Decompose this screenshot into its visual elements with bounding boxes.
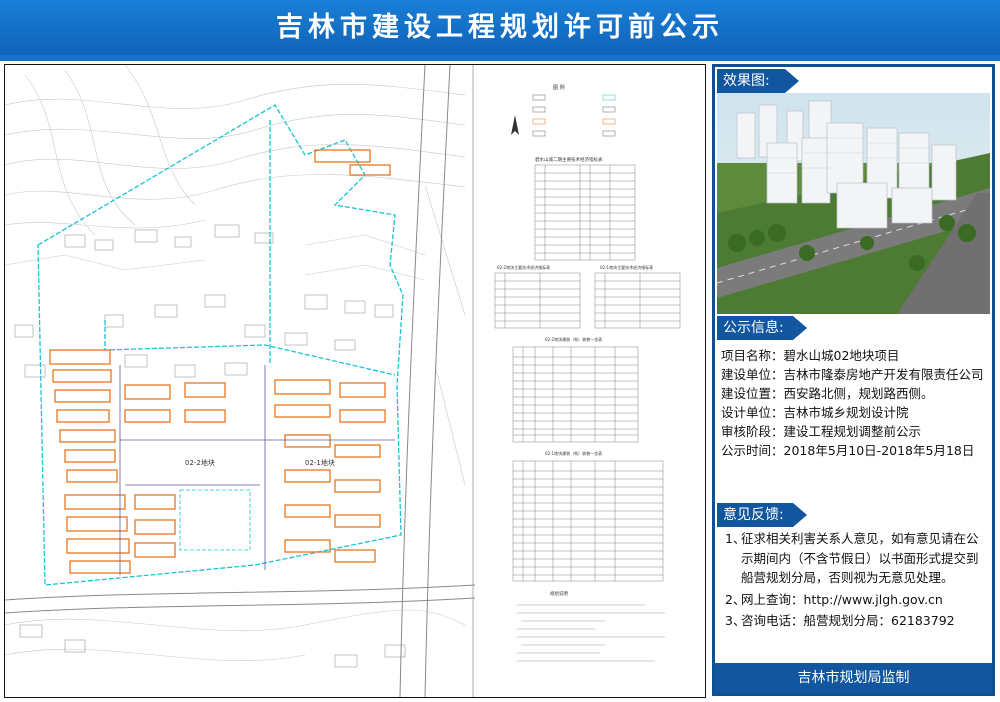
project-info: 项目名称： 碧水山城02地块项目 建设单位： 吉林市隆泰房地产开发有限责任公司 建设…: [721, 346, 987, 460]
footer-issuer: 吉林市规划局监制: [715, 663, 992, 693]
info-row-location: 建设位置： 西安路北侧，规划路西侧。: [721, 386, 934, 401]
table5-title: 02-1地块建筑（构）筑物一览表: [545, 450, 602, 456]
feedback-item-website[interactable]: 2、 网上查询：http://www.jlgh.gov.cn: [725, 590, 985, 610]
info-section-label: 公示信息:: [717, 316, 807, 340]
table1-title: 碧水山城二期主要技术经济指标表: [535, 156, 603, 163]
page-title: 吉林市建设工程规划许可前公示: [276, 12, 724, 43]
site-plan-panel: 02-2地块 02-1地块 图 例 碧水山城二期主要技术经济指标表 02-2地块…: [4, 64, 706, 698]
info-row-publicity-period: 公示时间： 2018年5月10日-2018年5月18日: [721, 443, 975, 458]
info-row-developer: 建设单位： 吉林市隆泰房地产开发有限责任公司: [721, 367, 984, 382]
legend-title: 图 例: [553, 84, 565, 91]
table2-title: 02-2地块主要技术经济指标表: [497, 264, 550, 270]
info-sidebar: 效果图: 公示信息: 项目名称： 碧水山城02地块项目 建设单位： 吉林市隆泰房…: [712, 64, 995, 696]
site-plan-drawing: 02-2地块 02-1地块 图 例 碧水山城二期主要技术经济指标表 02-2地块…: [5, 65, 705, 697]
effect-section-label: 效果图:: [717, 69, 799, 93]
header-stripe: [0, 55, 1000, 61]
feedback-list: 1、 征求相关利害关系人意见，如有意见请在公示期间内（不含节假日）以书面形式提交到…: [725, 529, 985, 633]
table3-title: 02-1地块主要技术经济指标表: [600, 264, 653, 270]
feedback-section-label: 意见反馈:: [717, 503, 807, 527]
feedback-item-phone: 3、 咨询电话：船营规划分局：62183792: [725, 613, 955, 628]
block-label-02-2: 02-2地块: [185, 458, 215, 467]
info-row-project-name: 项目名称： 碧水山城02地块项目: [721, 348, 900, 363]
rendering-image: [717, 93, 990, 314]
feedback-item: 1、 征求相关利害关系人意见，如有意见请在公示期间内（不含节假日）以书面形式提交到…: [725, 531, 979, 585]
info-row-review-stage: 审核阶段： 建设工程规划调整前公示: [721, 424, 922, 439]
page-header: 吉林市建设工程规划许可前公示: [0, 0, 1000, 55]
info-row-designer: 设计单位： 吉林市城乡规划设计院: [721, 405, 909, 420]
notes-title: 规划说明: [550, 590, 568, 597]
block-label-02-1: 02-1地块: [305, 458, 335, 467]
table4-title: 02-2地块建筑（构）筑物一览表: [545, 336, 602, 342]
